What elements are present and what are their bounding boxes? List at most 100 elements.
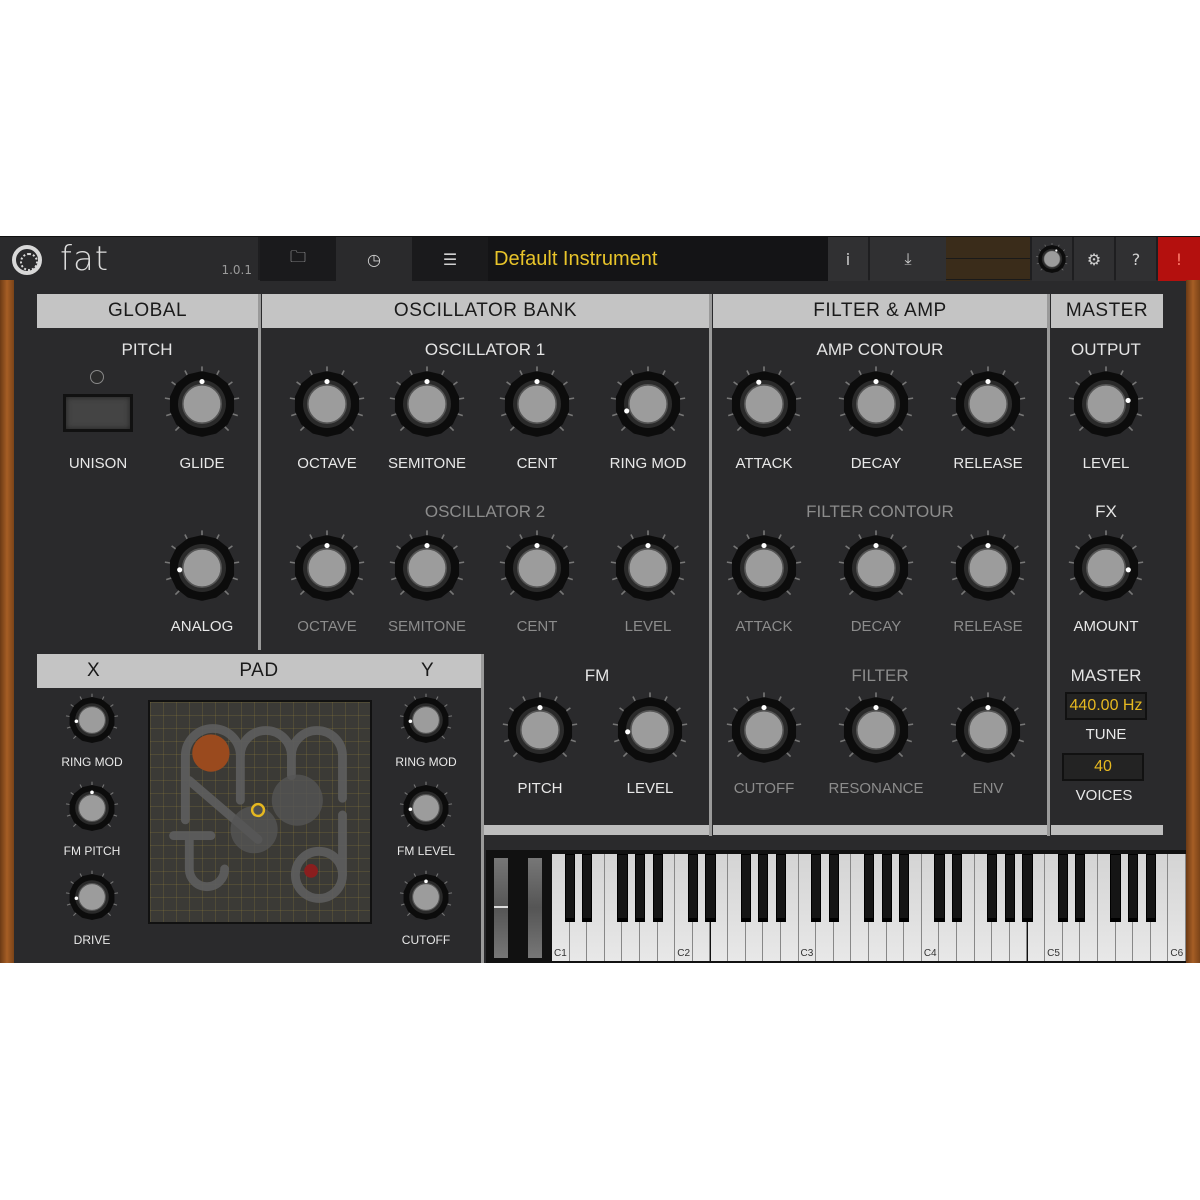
black-key[interactable] — [1057, 854, 1068, 922]
amp-decay-knob[interactable] — [836, 364, 916, 444]
fm-level-knob[interactable] — [610, 690, 690, 770]
fm-pitch-knob[interactable] — [500, 690, 580, 770]
knob-tick — [901, 381, 907, 386]
osc2-semitone-knob[interactable] — [387, 528, 467, 608]
resonance-knob[interactable] — [836, 690, 916, 770]
knob-cap — [520, 710, 560, 750]
black-key[interactable] — [564, 854, 575, 922]
mod-wheel[interactable] — [528, 858, 542, 958]
knob-tick — [550, 370, 555, 376]
pad-x-drive-knob[interactable] — [64, 869, 120, 925]
black-key[interactable] — [687, 854, 698, 922]
black-key[interactable] — [1110, 854, 1121, 922]
black-key[interactable] — [652, 854, 663, 922]
pad-x-ring-mod-knob[interactable] — [64, 692, 120, 748]
knob-tick — [951, 413, 958, 417]
knob-tick — [413, 873, 417, 878]
black-key[interactable] — [987, 854, 998, 922]
alert-button[interactable]: ! — [1158, 237, 1200, 281]
output-level-knob[interactable] — [1066, 364, 1146, 444]
pad-y-ring-mod-knob[interactable] — [398, 692, 454, 748]
osc1-octave-knob[interactable] — [287, 364, 367, 444]
analog-knob[interactable] — [162, 528, 242, 608]
osc1-semitone-knob[interactable] — [387, 364, 467, 444]
env-knob[interactable] — [948, 690, 1028, 770]
preset-selector[interactable]: Default Instrument — [488, 237, 828, 281]
knob-tick — [440, 534, 445, 540]
black-key[interactable] — [1075, 854, 1086, 922]
black-key[interactable] — [634, 854, 646, 922]
knob-indicator — [873, 705, 879, 711]
white-key[interactable]: C6 — [1168, 854, 1186, 961]
knob-cap — [182, 384, 222, 424]
settings-button[interactable]: ⚙ — [1074, 237, 1114, 281]
black-key[interactable] — [899, 854, 910, 922]
knob-tick — [839, 413, 846, 417]
osc1-ring-mod-knob[interactable] — [608, 364, 688, 444]
black-key[interactable] — [951, 854, 963, 922]
knob-tick — [612, 723, 619, 726]
knob-tick — [950, 561, 957, 564]
amp-release-knob[interactable] — [948, 364, 1028, 444]
filter-decay-knob[interactable] — [836, 528, 916, 608]
knob-tick — [1131, 381, 1137, 386]
black-key[interactable] — [775, 854, 787, 922]
black-key[interactable] — [1004, 854, 1015, 922]
black-key[interactable] — [705, 854, 716, 922]
black-key[interactable] — [1145, 854, 1156, 922]
black-key[interactable] — [934, 854, 945, 922]
cutoff-knob[interactable] — [724, 690, 804, 770]
settings-panel-button[interactable]: ☰ — [412, 237, 488, 281]
black-key[interactable] — [811, 854, 822, 922]
xy-pad[interactable] — [148, 700, 372, 924]
black-key[interactable] — [617, 854, 628, 922]
knob-tick — [1075, 545, 1081, 550]
tune-display[interactable]: 440.00 Hz — [1065, 692, 1147, 720]
osc1-cent-knob[interactable] — [497, 364, 577, 444]
voices-display[interactable]: 40 — [1062, 753, 1144, 781]
pad-x-marker[interactable] — [192, 734, 230, 772]
pad-x-fm-pitch-knob[interactable] — [64, 780, 120, 836]
knob-indicator — [873, 543, 879, 549]
browse-button[interactable]: 🗀 — [260, 237, 336, 281]
pitch-wheel[interactable] — [494, 858, 508, 958]
osc2-level-knob[interactable] — [608, 528, 688, 608]
knob-cap — [412, 706, 440, 734]
amp-attack-knob[interactable] — [724, 364, 804, 444]
glide-knob[interactable] — [162, 364, 242, 444]
osc2-octave-knob[interactable] — [287, 528, 367, 608]
knob-tick — [673, 381, 679, 386]
filter-attack-knob[interactable] — [724, 528, 804, 608]
black-key[interactable] — [758, 854, 769, 922]
black-key[interactable] — [863, 854, 875, 922]
pad-y-marker[interactable] — [304, 864, 318, 878]
knob-tick — [109, 881, 114, 885]
knob-tick — [400, 814, 405, 817]
osc2-cent-knob[interactable] — [497, 528, 577, 608]
knob-tick — [389, 397, 396, 400]
pad-header: X PAD Y — [37, 654, 481, 688]
knob-tick — [449, 590, 455, 596]
black-key[interactable] — [582, 854, 593, 922]
save-button[interactable]: ⤓ — [870, 237, 946, 281]
black-key[interactable] — [1128, 854, 1139, 922]
filter-release-knob[interactable] — [948, 528, 1028, 608]
pad-y-cutoff-knob[interactable] — [398, 869, 454, 925]
knob-cap — [1086, 548, 1126, 588]
pad-y-fm-level-knob[interactable] — [398, 780, 454, 836]
black-key[interactable] — [740, 854, 751, 922]
black-key[interactable] — [881, 854, 892, 922]
black-key[interactable] — [1022, 854, 1033, 922]
piano-keyboard: C1 C2 C3 C4 C5 C6 — [552, 854, 1186, 961]
fx-amount-knob[interactable] — [1066, 528, 1146, 608]
info-button[interactable]: i — [828, 237, 868, 281]
unison-label: UNISON — [68, 455, 128, 472]
knob-tick — [1137, 397, 1144, 400]
knob-tick — [733, 707, 739, 712]
unison-button[interactable] — [63, 394, 133, 432]
help-button[interactable]: ? — [1116, 237, 1156, 281]
volume-knob[interactable] — [1032, 237, 1072, 281]
black-key[interactable] — [828, 854, 839, 922]
knob-tick — [622, 752, 628, 758]
history-button[interactable]: ◷ — [336, 237, 412, 281]
